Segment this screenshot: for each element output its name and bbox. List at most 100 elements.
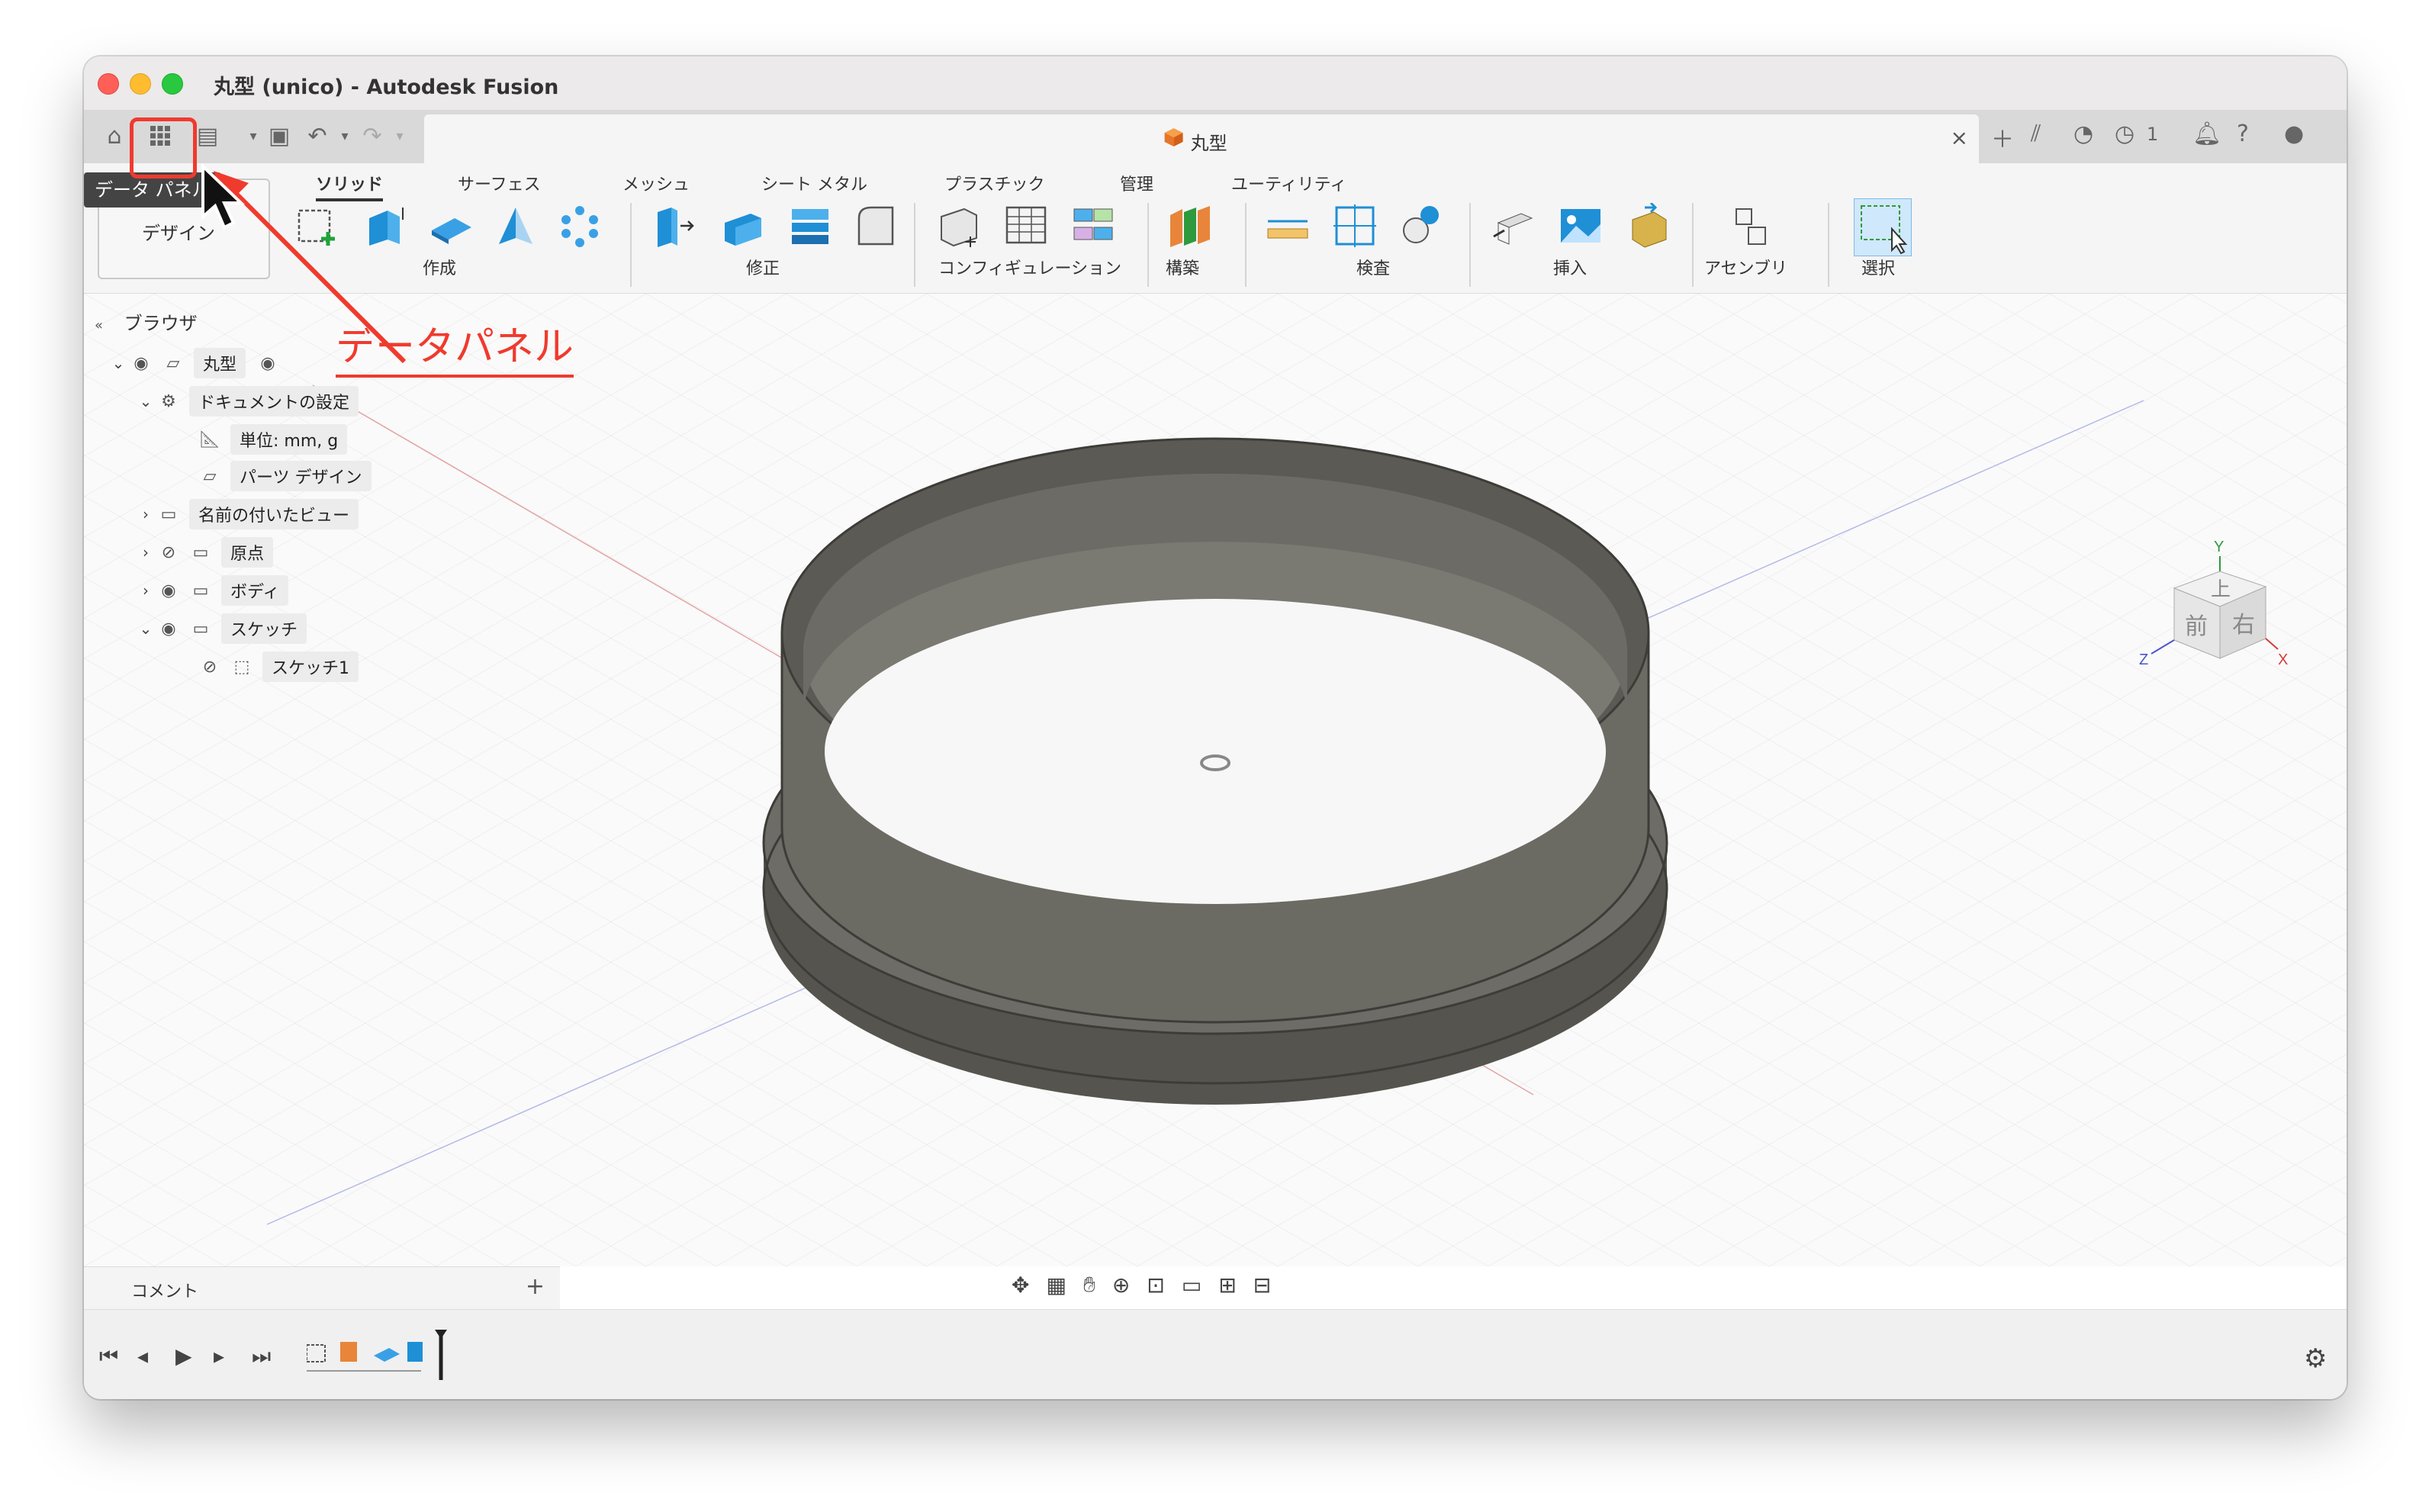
browser-item-label: スケッチ1 [262,651,359,682]
eye-icon[interactable]: ◉ [157,581,180,600]
group-insert[interactable]: 挿入 [1553,255,1587,279]
orbit-icon[interactable]: ✥ [1012,1272,1029,1298]
tab-manage[interactable]: 管理 [1120,171,1153,195]
help-icon[interactable]: ? [2237,121,2249,147]
tab-mesh[interactable]: メッシュ [622,171,690,195]
add-comment-button[interactable]: + [526,1273,545,1300]
shell-icon[interactable] [853,203,899,249]
play-icon[interactable]: ▶ [175,1343,192,1369]
document-tab[interactable]: 丸型 × [424,114,1979,163]
browser-item-label: 単位: mm, g [230,424,348,455]
chevron-down-icon[interactable]: ⌄ [134,392,157,410]
user-avatar[interactable]: ● [2284,121,2304,147]
ribbon-divider [630,203,632,287]
browser-item-named-views[interactable]: › ▭ 名前の付いたビュー [134,497,359,531]
chevron-right-icon[interactable]: › [134,581,157,600]
browser-item-units[interactable]: 📐︎ 単位: mm, g [198,423,348,456]
group-assemble[interactable]: アセンブリ [1704,255,1787,279]
browser-panel-header[interactable]: « ブラウザ [95,308,198,335]
configuration-rules-icon[interactable] [1071,203,1117,249]
viewcube[interactable]: Y 上 前 右 Z X [2128,538,2296,706]
press-pull-icon[interactable] [651,203,697,249]
extensions-icon[interactable]: ⫽ [2031,121,2041,147]
tab-surface[interactable]: サーフェス [458,171,541,195]
select-icon[interactable] [1854,198,1912,256]
browser-item-sketch1[interactable]: ⊘ ⬚ スケッチ1 [198,650,359,684]
go-to-end-icon[interactable]: ⏭ [252,1343,271,1369]
chevron-right-icon[interactable]: › [134,505,157,523]
insert-derive-icon[interactable] [1491,203,1536,249]
group-configuration[interactable]: コンフィギュレーション [938,255,1121,279]
folder-icon: ▭ [192,542,209,562]
fillet-icon[interactable] [720,203,766,249]
job-status-icon[interactable]: ◔ [2073,121,2093,147]
new-tab-icon[interactable]: ＋ [1991,121,2014,154]
group-modify[interactable]: 修正 [746,255,780,279]
canvas-viewport[interactable]: Y 上 前 右 Z X [84,294,2347,1266]
eye-icon[interactable]: ◉ [130,354,153,373]
chevron-down-icon[interactable]: ⌄ [134,619,157,638]
comments-panel[interactable]: コメント + [84,1266,560,1310]
tab-plastic[interactable]: プラスチック [944,171,1045,195]
timeline-settings-gear-icon[interactable]: ⚙ [2304,1343,2327,1374]
display-settings-icon[interactable]: ▭ [1182,1272,1202,1298]
notification-bell-icon[interactable]: 🔔︎ [2192,121,2221,147]
eye-hidden-icon[interactable]: ⊘ [157,543,180,562]
shell-plane-icon[interactable] [429,203,474,249]
tab-utilities[interactable]: ユーティリティ [1231,171,1346,195]
step-forward-icon[interactable]: ▸ [214,1343,224,1369]
chamfer-icon[interactable] [787,203,833,249]
browser-item-sketches[interactable]: ⌄ ◉ ▭ スケッチ [134,612,307,645]
go-to-start-icon[interactable]: ⏮ [99,1343,118,1369]
zoom-window-button[interactable] [162,73,183,95]
close-window-button[interactable] [98,73,119,95]
chevron-down-icon[interactable]: ⌄ [107,354,130,372]
joint-icon[interactable] [1730,203,1776,249]
timeline-extrude-icon [340,1342,357,1362]
viewports-icon[interactable]: ⊟ [1253,1272,1271,1298]
configure-icon[interactable] [937,203,983,249]
eye-hidden-icon[interactable]: ⊘ [198,658,221,677]
history-clock-icon[interactable]: ◷ [2115,121,2134,147]
browser-item-document-settings[interactable]: ⌄ ⚙ ドキュメントの設定 [134,384,359,418]
fit-icon[interactable]: ⊡ [1147,1272,1164,1298]
ribbon-divider [1147,203,1149,287]
pan-icon[interactable]: ✋︎ [1083,1272,1095,1298]
chevron-right-icon[interactable]: › [134,543,157,561]
group-inspect[interactable]: 検査 [1356,255,1390,279]
offset-plane-icon[interactable] [1167,203,1213,249]
viewcube-top[interactable]: 上 [2211,578,2231,601]
look-at-icon[interactable]: ▦ [1046,1272,1066,1298]
browser-item-origin[interactable]: › ⊘ ▭ 原点 [134,536,274,569]
zoom-icon[interactable]: ⊕ [1112,1272,1130,1298]
browser-item-design-type[interactable]: ▱ パーツ デザイン [198,459,372,493]
tab-sheet-metal[interactable]: シート メタル [761,171,867,195]
grid-settings-icon[interactable]: ⊞ [1218,1272,1236,1298]
group-construct[interactable]: 構築 [1166,255,1199,279]
eye-icon[interactable]: ◉ [157,619,180,639]
timeline: ⏮ ◂ ▶ ▸ ⏭ ⚙ [84,1309,2347,1399]
sketch-lock-icon: ⬚ [233,657,250,677]
section-analysis-icon[interactable] [1332,203,1378,249]
viewcube-axis-x: X [2278,651,2288,668]
pattern-icon[interactable] [557,203,603,249]
home-icon[interactable]: ⌂ [98,119,131,153]
group-select[interactable]: 選択 [1861,255,1895,279]
annotation-highlight-box [130,117,197,179]
viewcube-right[interactable]: 右 [2232,612,2255,639]
measure-icon[interactable] [1265,203,1311,249]
pyramid-icon[interactable] [493,203,539,249]
collapse-panel-icon[interactable]: « [95,317,103,333]
insert-mesh-icon[interactable] [1625,203,1671,249]
document-tab-title-wrap: 丸型 [1164,128,1227,155]
ribbon-divider [1469,203,1471,287]
step-back-icon[interactable]: ◂ [137,1343,148,1369]
browser-item-bodies[interactable]: › ◉ ▭ ボディ [134,574,289,607]
interference-icon[interactable] [1398,203,1443,249]
viewcube-front[interactable]: 前 [2185,613,2208,640]
close-tab-icon[interactable]: × [1951,125,1968,150]
minimize-window-button[interactable] [130,73,151,95]
configuration-table-icon[interactable] [1004,203,1050,249]
timeline-features[interactable] [307,1328,474,1382]
insert-canvas-icon[interactable] [1558,203,1604,249]
